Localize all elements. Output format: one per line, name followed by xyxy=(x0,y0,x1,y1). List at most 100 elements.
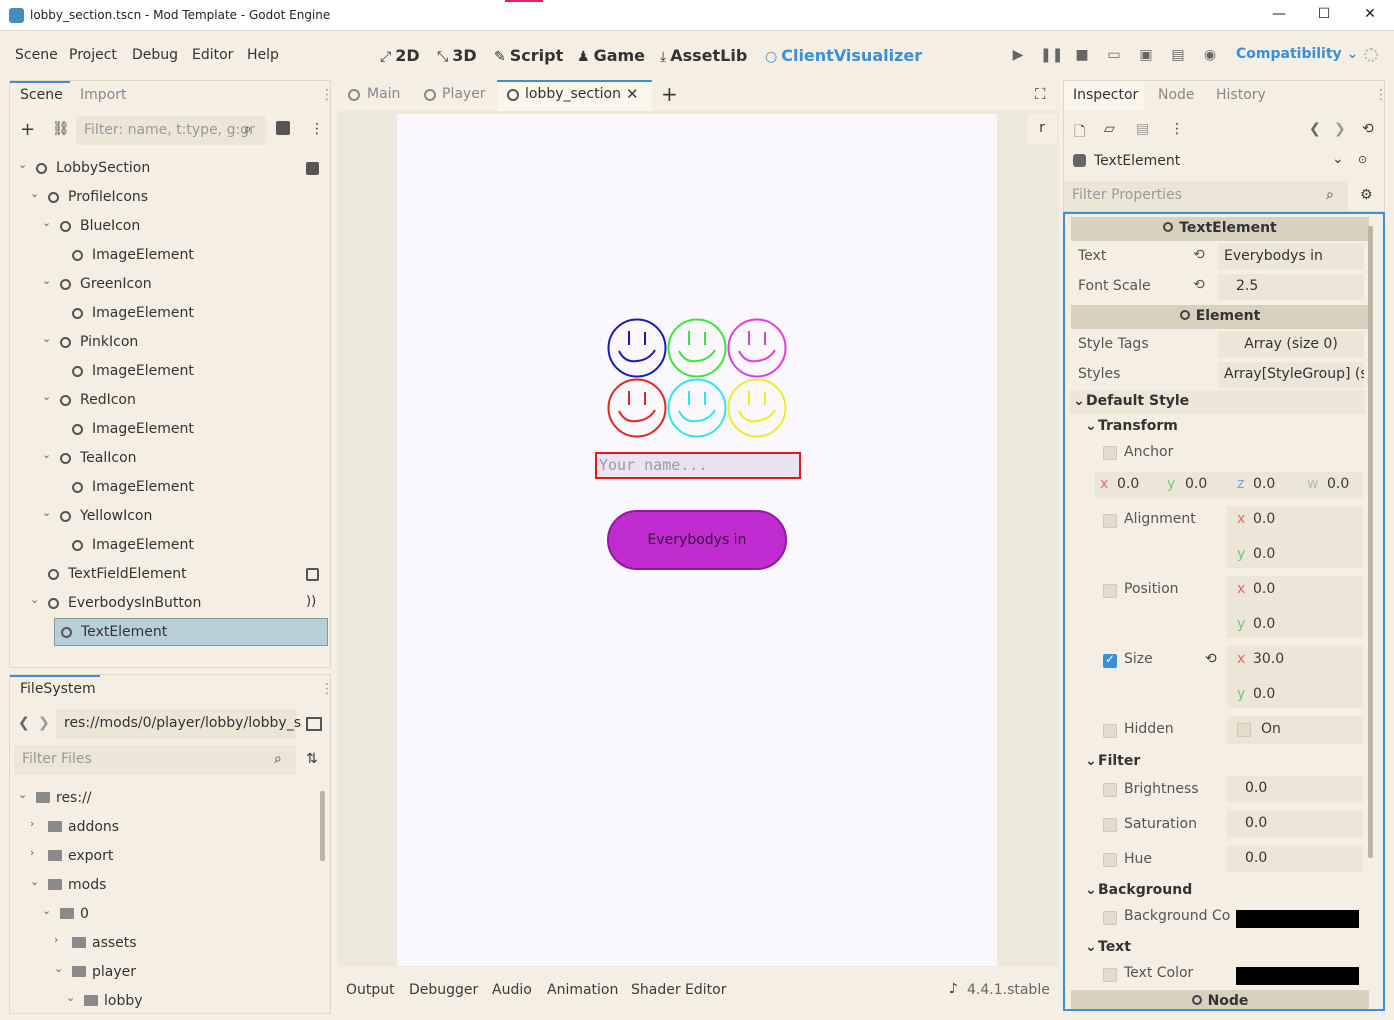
attach-script-icon[interactable] xyxy=(276,121,290,135)
text-value-field[interactable]: Everybodys in xyxy=(1218,244,1364,270)
hue-field[interactable]: 0.0 xyxy=(1227,846,1363,872)
tab-output[interactable]: Output xyxy=(346,982,395,998)
size-vector-field[interactable] xyxy=(1227,646,1363,708)
chevron-right-icon[interactable]: › xyxy=(30,817,34,830)
tab-filesystem[interactable]: FileSystem xyxy=(20,681,96,697)
section-header-node[interactable]: Node xyxy=(1071,990,1369,1009)
filter-properties-input[interactable]: Filter Properties xyxy=(1064,181,1348,211)
file-row[interactable]: ⌄ 0 xyxy=(16,900,316,929)
file-row[interactable]: ⌄ mods xyxy=(16,871,316,900)
close-tab-icon[interactable]: ✕ xyxy=(626,85,639,103)
subsection-background[interactable]: Background xyxy=(1098,882,1192,898)
position-x-value[interactable]: 0.0 xyxy=(1253,581,1275,597)
tree-row[interactable]: ImageElement xyxy=(16,473,328,502)
scene-menu-icon[interactable]: ⋮ xyxy=(310,121,324,137)
chevron-down-icon[interactable]: ⌄ xyxy=(1085,753,1097,769)
back-icon[interactable]: ❮ xyxy=(1309,121,1321,137)
object-selector[interactable]: TextElement ⌄ xyxy=(1068,149,1348,175)
stop-icon[interactable]: ■ xyxy=(1072,47,1092,63)
tree-row[interactable]: ImageElement xyxy=(16,299,328,328)
remote-debug-icon[interactable]: ▭ xyxy=(1104,47,1124,63)
tree-row[interactable]: ⌄ YellowIcon xyxy=(16,502,328,531)
file-row[interactable]: › export xyxy=(16,842,316,871)
tree-row[interactable]: TextFieldElement xyxy=(16,560,328,589)
chevron-down-icon[interactable]: ⌄ xyxy=(54,962,63,975)
workspace-game-button[interactable]: ♟ Game xyxy=(577,46,645,65)
file-row[interactable]: ⌄ res:// xyxy=(16,784,316,813)
tree-row[interactable]: ImageElement xyxy=(16,357,328,386)
style-tags-field[interactable]: Array (size 0) xyxy=(1218,332,1364,358)
workspace-clientvisualizer-button[interactable]: ○ ClientVisualizer xyxy=(765,46,922,65)
tree-row[interactable]: ⌄ PinkIcon xyxy=(16,328,328,357)
alignment-vector-field[interactable] xyxy=(1227,506,1363,568)
tab-history[interactable]: History xyxy=(1216,87,1266,103)
tree-row[interactable]: ⌄ LobbySection xyxy=(16,154,328,183)
tab-inspector[interactable]: Inspector xyxy=(1073,87,1138,103)
chevron-down-icon[interactable]: ⌄ xyxy=(30,187,39,200)
everybodys-in-button[interactable]: Everybodys in xyxy=(607,510,787,570)
anchor-w-value[interactable]: 0.0 xyxy=(1327,476,1349,492)
anchor-y-value[interactable]: 0.0 xyxy=(1185,476,1207,492)
hue-checkbox[interactable] xyxy=(1103,853,1117,867)
minimize-icon[interactable]: — xyxy=(1269,6,1289,22)
chevron-down-icon[interactable]: ⌄ xyxy=(42,274,51,287)
add-node-icon[interactable]: + xyxy=(20,119,35,140)
menu-editor[interactable]: Editor xyxy=(192,47,233,63)
dock-menu-icon[interactable]: ⋮ xyxy=(320,87,334,103)
tree-row-selected[interactable]: TextElement xyxy=(54,618,328,646)
tab-main[interactable]: Main xyxy=(367,86,400,102)
chevron-down-icon[interactable]: ⌄ xyxy=(30,875,39,888)
pause-icon[interactable]: ❚❚ xyxy=(1040,47,1063,63)
chevron-down-icon[interactable]: ⌄ xyxy=(42,506,51,519)
tab-scene[interactable]: Scene xyxy=(20,87,63,103)
position-vector-field[interactable] xyxy=(1227,576,1363,638)
property-settings-icon[interactable]: ⚙ xyxy=(1360,187,1373,203)
chevron-right-icon[interactable]: › xyxy=(30,846,34,859)
saturation-checkbox[interactable] xyxy=(1103,818,1117,832)
hidden-checkbox[interactable] xyxy=(1103,724,1117,738)
workspace-script-button[interactable]: ✎ Script xyxy=(494,46,563,65)
split-view-icon[interactable] xyxy=(306,717,322,731)
tab-debugger[interactable]: Debugger xyxy=(409,982,478,998)
visibility-toggle-icon[interactable] xyxy=(306,568,319,581)
file-row[interactable]: ⌄ player xyxy=(16,958,316,987)
forward-icon[interactable]: ❯ xyxy=(38,715,50,731)
open-resource-icon[interactable]: ▱ xyxy=(1104,121,1115,137)
revert-icon[interactable]: ⟲ xyxy=(1193,277,1205,293)
chevron-down-icon[interactable]: ⌄ xyxy=(42,448,51,461)
tab-import[interactable]: Import xyxy=(80,87,126,103)
name-text-field[interactable]: Your name... xyxy=(595,452,801,479)
path-input[interactable]: res://mods/0/player/lobby/lobby_s xyxy=(56,709,301,739)
inspector-scrollbar[interactable] xyxy=(1368,226,1373,858)
chevron-down-icon[interactable]: ⌄ xyxy=(18,158,27,171)
close-icon[interactable]: ✕ xyxy=(1360,6,1380,22)
forward-icon[interactable]: ❯ xyxy=(1334,121,1346,137)
renderer-select[interactable]: Compatibility ⌄ xyxy=(1236,46,1358,62)
position-y-value[interactable]: 0.0 xyxy=(1253,616,1275,632)
chevron-down-icon[interactable]: ⌄ xyxy=(1085,882,1097,898)
workspace-2d-button[interactable]: ⤢ 2D xyxy=(380,46,420,65)
section-header-textelement[interactable]: TextElement xyxy=(1071,217,1369,241)
file-row[interactable]: ⌄ lobby xyxy=(16,987,316,1013)
tree-row[interactable]: ImageElement xyxy=(16,241,328,270)
revert-icon[interactable]: ⟲ xyxy=(1193,247,1205,263)
size-y-value[interactable]: 0.0 xyxy=(1253,686,1275,702)
hidden-on-checkbox[interactable] xyxy=(1237,723,1251,737)
back-icon[interactable]: ❮ xyxy=(18,715,30,731)
tab-shader-editor[interactable]: Shader Editor xyxy=(631,982,726,998)
chevron-down-icon[interactable]: ⌄ xyxy=(1073,393,1085,409)
subsection-transform[interactable]: Transform xyxy=(1098,418,1178,434)
chevron-down-icon[interactable]: ⌄ xyxy=(66,991,75,1004)
file-scrollbar[interactable] xyxy=(320,791,325,861)
tab-player[interactable]: Player xyxy=(442,86,486,102)
tab-lobby-section[interactable]: lobby_section xyxy=(525,86,621,102)
workspace-3d-button[interactable]: ⤡ 3D xyxy=(437,46,477,65)
file-row[interactable]: › addons xyxy=(16,813,316,842)
play-custom-scene-icon[interactable]: ▤ xyxy=(1168,47,1188,63)
tree-row[interactable]: ⌄ TealIcon xyxy=(16,444,328,473)
subsection-text[interactable]: Text xyxy=(1098,939,1131,955)
new-resource-icon[interactable]: 🗋 xyxy=(1074,121,1085,145)
tree-row[interactable]: ImageElement xyxy=(16,415,328,444)
distraction-free-icon[interactable]: ⛶ xyxy=(1035,85,1046,103)
font-scale-field[interactable]: 2.5 xyxy=(1218,274,1364,300)
